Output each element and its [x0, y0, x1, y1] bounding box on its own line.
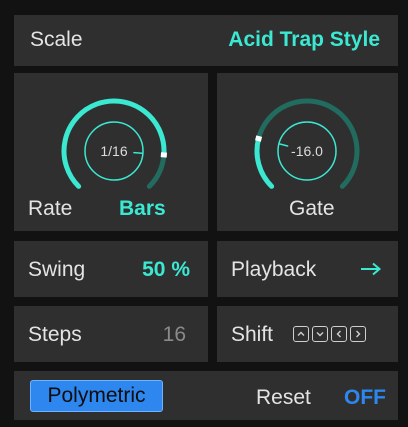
chevron-up-icon [297, 331, 305, 336]
chevron-left-icon [336, 330, 341, 338]
steps-label: Steps [28, 323, 82, 346]
arrow-right-icon[interactable] [360, 262, 382, 276]
shift-down-button[interactable] [312, 326, 328, 342]
gate-label: Gate [289, 197, 335, 220]
scale-label: Scale [30, 28, 83, 51]
reset-label: Reset [256, 386, 311, 409]
gate-knob-value: -16.0 [291, 143, 323, 159]
polymetric-button[interactable]: Polymetric [30, 380, 163, 412]
rate-mode[interactable]: Bars [119, 197, 166, 221]
rate-knob-track [146, 152, 167, 189]
scale-value[interactable]: Acid Trap Style [228, 28, 380, 52]
playback-row[interactable]: Playback [217, 241, 398, 297]
chevron-down-icon [316, 332, 324, 337]
swing-row[interactable]: Swing 50 % [14, 241, 208, 297]
swing-value[interactable]: 50 % [142, 258, 190, 282]
gate-knob-fill [254, 136, 275, 189]
shift-up-button[interactable] [293, 326, 309, 342]
reset-value[interactable]: OFF [344, 386, 386, 410]
rate-panel: 1/16 Rate Bars [14, 73, 208, 231]
rate-knob-value: 1/16 [100, 143, 128, 159]
chevron-right-icon [356, 330, 361, 338]
rate-label: Rate [28, 197, 73, 220]
shift-right-button[interactable] [350, 326, 366, 342]
shift-label: Shift [231, 323, 274, 346]
arpeggiator-panel: Scale Acid Trap Style 1/16 Rate Bars -16… [0, 0, 408, 427]
steps-row[interactable]: Steps 16 [14, 306, 208, 362]
gate-knob-end-mark [255, 135, 263, 142]
swing-label: Swing [28, 258, 86, 281]
scale-row[interactable]: Scale Acid Trap Style [14, 15, 398, 66]
shift-row: Shift [217, 306, 398, 362]
shift-left-button[interactable] [331, 326, 347, 342]
playback-label: Playback [231, 258, 317, 281]
gate-panel: -16.0 Gate [217, 73, 398, 231]
steps-value[interactable]: 16 [163, 323, 186, 347]
